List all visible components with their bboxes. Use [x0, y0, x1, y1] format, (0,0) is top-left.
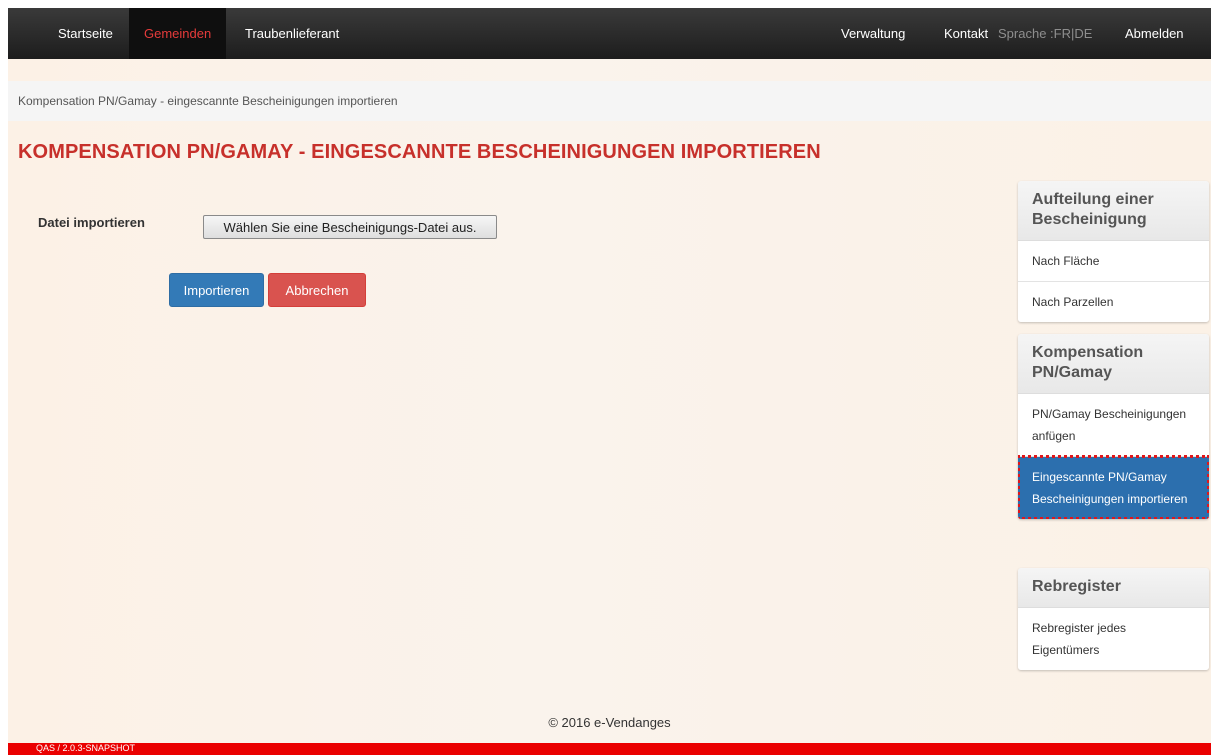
nav-logout[interactable]: Abmelden	[1125, 8, 1184, 59]
page-title: KOMPENSATION PN/GAMAY - EINGESCANNTE BES…	[18, 141, 821, 163]
nav-language-switch[interactable]: Sprache :FR|DE	[998, 8, 1092, 59]
sidebar-heading: Aufteilung einer Bescheinigung	[1018, 181, 1209, 241]
cancel-button[interactable]: Abbrechen	[268, 273, 366, 307]
sidebar-panel-compensation: Kompensation PN/Gamay PN/Gamay Bescheini…	[1018, 334, 1209, 519]
sidebar-item-owner-register[interactable]: Rebregister jedes Eigentümers	[1018, 608, 1209, 670]
version-label: QAS / 2.0.3-SNAPSHOT	[36, 743, 136, 753]
sidebar-item-by-parcels[interactable]: Nach Parzellen	[1018, 281, 1209, 322]
version-bar: QAS / 2.0.3-SNAPSHOT	[8, 743, 1211, 755]
footer-copyright: © 2016 e-Vendanges	[548, 715, 671, 730]
choose-file-button[interactable]: Wählen Sie eine Bescheinigungs-Datei aus…	[203, 215, 497, 239]
nav-home[interactable]: Startseite	[58, 8, 113, 59]
sidebar-item-by-area[interactable]: Nach Fläche	[1018, 241, 1209, 281]
sidebar-panel-certificate-split: Aufteilung einer Bescheinigung Nach Fläc…	[1018, 181, 1209, 322]
nav-grape-supplier[interactable]: Traubenlieferant	[245, 8, 339, 59]
sidebar-item-import-scanned[interactable]: Eingescannte PN/Gamay Bescheinigungen im…	[1018, 455, 1209, 519]
nav-administration[interactable]: Verwaltung	[841, 8, 905, 59]
sidebar-item-attach-certificates[interactable]: PN/Gamay Bescheinigungen anfügen	[1018, 394, 1209, 456]
file-import-label: Datei importieren	[38, 215, 145, 230]
top-navbar: Startseite Gemeinden Traubenlieferant Ve…	[8, 8, 1211, 59]
breadcrumb-current: Kompensation PN/Gamay - eingescannte Bes…	[18, 94, 398, 108]
import-button[interactable]: Importieren	[169, 273, 264, 307]
nav-municipalities[interactable]: Gemeinden	[129, 8, 227, 59]
sidebar-heading: Kompensation PN/Gamay	[1018, 334, 1209, 394]
page: Startseite Gemeinden Traubenlieferant Ve…	[8, 8, 1211, 755]
sidebar-panel-vine-register: Rebregister Rebregister jedes Eigentümer…	[1018, 568, 1209, 670]
breadcrumb: Kompensation PN/Gamay - eingescannte Bes…	[8, 81, 1211, 121]
sidebar-heading: Rebregister	[1018, 568, 1209, 608]
nav-contact[interactable]: Kontakt	[944, 8, 988, 59]
